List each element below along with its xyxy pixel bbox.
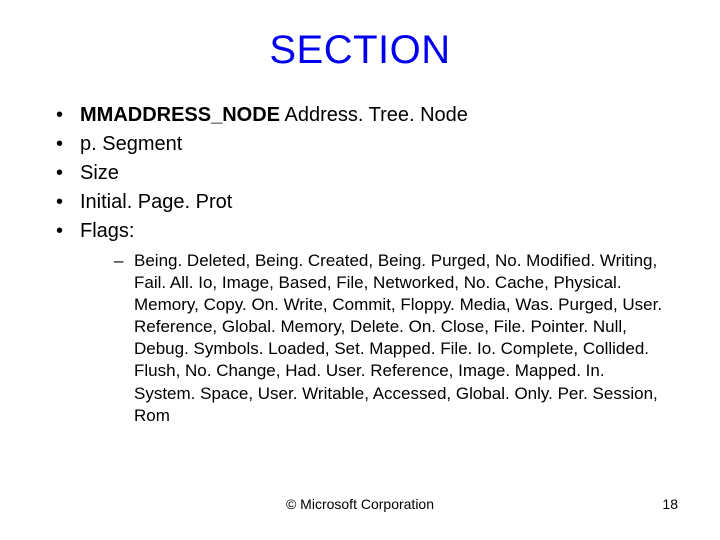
list-item: MMADDRESS_NODE Address. Tree. Node: [52, 101, 668, 130]
slide: SECTION MMADDRESS_NODE Address. Tree. No…: [0, 0, 720, 540]
mmaddress-node-rest: Address. Tree. Node: [280, 104, 468, 126]
list-item: Initial. Page. Prot: [52, 188, 668, 217]
mmaddress-node-bold: MMADDRESS_NODE: [80, 104, 280, 126]
main-list: MMADDRESS_NODE Address. Tree. Node p. Se…: [52, 101, 668, 427]
slide-title: SECTION: [52, 28, 668, 73]
flags-sublist: Being. Deleted, Being. Created, Being. P…: [80, 250, 668, 427]
list-item: Size: [52, 159, 668, 188]
list-item: p. Segment: [52, 130, 668, 159]
flags-detail-item: Being. Deleted, Being. Created, Being. P…: [114, 250, 668, 427]
footer-copyright: © Microsoft Corporation: [0, 496, 720, 512]
list-item: Flags: Being. Deleted, Being. Created, B…: [52, 217, 668, 427]
footer-page-number: 18: [662, 496, 678, 512]
